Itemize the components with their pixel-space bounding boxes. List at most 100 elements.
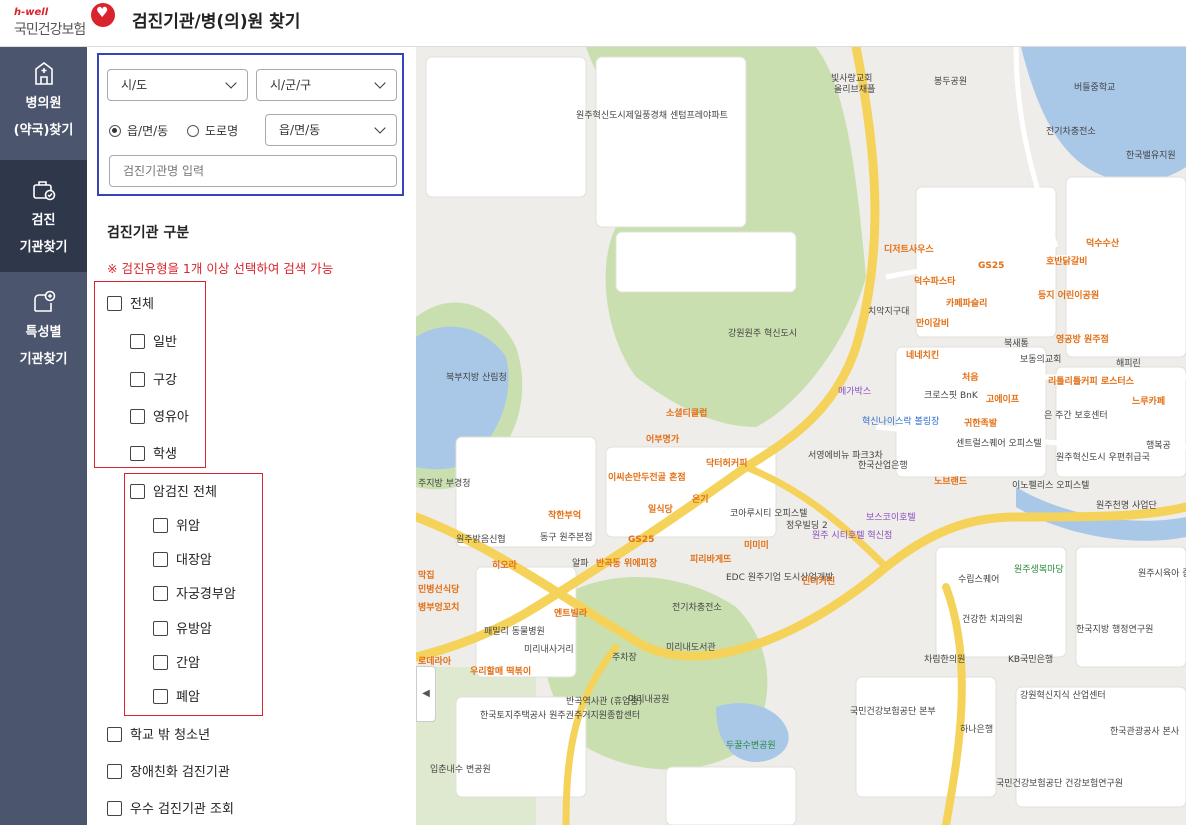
map-poi[interactable]: 한국관광공사 본사 — [1110, 727, 1179, 738]
map-poi[interactable]: 리틀리틀커피 로스터스 — [1048, 377, 1134, 388]
nav-item-checkup[interactable]: 검진 기관찾기 — [0, 160, 87, 272]
map-poi[interactable]: 국민건강보험공단 본부 — [850, 707, 936, 718]
radio-road[interactable]: 도로명 — [187, 122, 238, 139]
map-poi[interactable]: 은 주간 보호센터 — [1044, 411, 1108, 422]
checkbox-liver[interactable]: 간암 — [153, 652, 200, 671]
map-poi[interactable]: 미리내사거리 — [524, 645, 574, 656]
map-poi[interactable]: 미리내도서관 — [666, 643, 716, 654]
map-poi[interactable]: 보동의교회 — [1020, 355, 1061, 366]
map-poi[interactable]: 한국지방 행정연구원 — [1076, 625, 1153, 636]
map-poi[interactable]: 코아루시티 오피스텔 — [730, 509, 807, 520]
map-poi[interactable]: 강원혁신지식 산업센터 — [1020, 691, 1106, 702]
map-poi[interactable]: GS25 — [628, 535, 654, 546]
map-poi[interactable]: 한국토지주택공사 원주권주거지원종합센터 — [480, 711, 640, 722]
checkbox-excellent[interactable]: 우수 검진기관 조회 — [107, 798, 234, 817]
map-poi[interactable]: 패밀리 동물병원 — [484, 627, 545, 638]
map-poi[interactable]: 고에이프 — [986, 395, 1019, 406]
checkbox-out-of-school[interactable]: 학교 밖 청소년 — [107, 724, 210, 743]
map-poi[interactable]: 우리할매 떡볶이 — [470, 667, 531, 678]
map-poi[interactable]: 만이갈비 — [916, 319, 949, 330]
panel-collapse-button[interactable]: ◀ — [416, 666, 436, 722]
map-poi[interactable]: 호반닭갈비 — [1046, 257, 1087, 268]
map-poi[interactable]: 버들중학교 — [1074, 83, 1115, 94]
map-poi[interactable]: 귀한족발 — [964, 419, 997, 430]
checkbox-lung[interactable]: 폐암 — [153, 686, 200, 705]
map-poi[interactable]: 미미미 — [744, 541, 769, 552]
checkbox-all[interactable]: 전체 — [107, 293, 154, 312]
checkbox-cancer-all[interactable]: 암검진 전체 — [130, 481, 217, 500]
radio-dong[interactable]: 읍/면/동 — [109, 122, 168, 139]
map-poi[interactable]: GS25 — [978, 261, 1004, 272]
map-view[interactable]: 빛사랑교회 올리브채플 봉두공원 버들중학교 전기차충전소 한국밸유지원 원주혁… — [416, 47, 1186, 825]
map-poi[interactable]: 해피린 — [1116, 359, 1141, 370]
map-poi[interactable]: KB국민은행 — [1008, 655, 1053, 666]
nhis-logo[interactable]: h-well 국민건강보험 — [14, 3, 124, 41]
map-poi[interactable]: 국민건강보험공단 건강보험연구원 — [996, 779, 1123, 790]
map-poi[interactable]: 하나은행 — [960, 725, 993, 736]
map-poi[interactable]: 센트럴스퀘어 오피스텔 — [956, 439, 1042, 450]
checkbox-infant[interactable]: 영유아 — [130, 406, 189, 425]
map-poi[interactable]: 이노펠리스 오피스텔 — [1012, 481, 1089, 492]
map-poi[interactable]: 등지 어린이공원 — [1038, 291, 1099, 302]
map-poi[interactable]: 행복공 — [1146, 441, 1171, 452]
map-poi[interactable]: 막집 — [418, 571, 435, 582]
map-poi[interactable]: 덕수파스타 — [914, 277, 955, 288]
map-poi[interactable]: 엔트빌라 — [554, 609, 587, 620]
map-poi[interactable]: 인더키친 — [802, 577, 835, 588]
map-poi[interactable]: 닥터허커피 — [706, 459, 747, 470]
map-poi[interactable]: 온기 — [692, 495, 709, 506]
map-poi[interactable]: 원주생복마당 — [1014, 565, 1064, 576]
checkbox-colon[interactable]: 대장암 — [153, 549, 212, 568]
map-poi[interactable]: 영공방 원주점 — [1056, 335, 1109, 346]
map-poi[interactable]: 원주혁신도시제일풍경채 센텀프레야파트 — [576, 111, 728, 122]
map-poi[interactable]: 치악지구대 — [868, 307, 909, 318]
map-poi[interactable]: 노브랜드 — [934, 477, 967, 488]
map-poi[interactable]: 착한부억 — [548, 511, 581, 522]
sigungu-select[interactable]: 시/군/구 — [256, 69, 397, 101]
map-poi[interactable]: 알파 — [572, 559, 589, 570]
map-poi[interactable]: 소셜티클럽 — [666, 409, 707, 420]
checkbox-general[interactable]: 일반 — [130, 331, 177, 350]
map-poi[interactable]: 덕수수산 — [1086, 239, 1119, 250]
map-poi[interactable]: 주지방 부경청 — [418, 479, 471, 490]
map-poi[interactable]: 처음 — [962, 373, 979, 384]
map-poi[interactable]: 병부엉꼬치 — [418, 603, 459, 614]
map-poi[interactable]: 북부지방 산림청 — [446, 373, 507, 384]
dong-select[interactable]: 읍/면/동 — [265, 114, 397, 146]
map-poi[interactable]: 메가박스 — [838, 387, 871, 398]
map-poi[interactable]: 디저트사우스 — [884, 245, 934, 256]
map-poi[interactable]: 전기차충전소 — [672, 603, 722, 614]
map-poi[interactable]: 느루카페 — [1132, 397, 1165, 408]
map-poi[interactable]: 원주혁신도시 우편취급국 — [1056, 453, 1150, 464]
map-poi[interactable]: 미리내공원 — [628, 695, 669, 706]
institution-name-input[interactable] — [109, 155, 397, 187]
map-poi[interactable]: 민병선식당 — [418, 585, 459, 596]
checkbox-disability[interactable]: 장애친화 검진기관 — [107, 761, 230, 780]
sido-select[interactable]: 시/도 — [107, 69, 248, 101]
map-poi[interactable]: 입춘내수 변공원 — [430, 765, 491, 776]
map-poi[interactable]: 혁신나이스락 볼링장 — [862, 417, 939, 428]
map-poi[interactable]: 동구 원주본점 — [540, 533, 593, 544]
map-poi[interactable]: 크로스핏 BnK — [924, 391, 978, 402]
map-poi[interactable]: 차림한의원 — [924, 655, 965, 666]
nav-item-specialty[interactable]: 특성별 기관찾기 — [0, 272, 87, 384]
map-poi[interactable]: 보스코이호텔 — [866, 513, 916, 524]
nav-item-hospital[interactable]: 병의원 (약국)찾기 — [0, 60, 87, 160]
checkbox-breast[interactable]: 유방암 — [153, 618, 212, 637]
map-poi[interactable]: 한국밸유지원 — [1126, 151, 1176, 162]
map-poi[interactable]: 일식당 — [648, 505, 673, 516]
checkbox-stomach[interactable]: 위암 — [153, 515, 200, 534]
map-poi[interactable]: 주차장 — [612, 653, 637, 664]
map-poi[interactable]: 피리바게뜨 — [690, 555, 731, 566]
map-poi[interactable]: 히오라 — [492, 561, 517, 572]
map-poi[interactable]: 카페파슬리 — [946, 299, 987, 310]
map-poi[interactable]: 원주밝음신협 — [456, 535, 506, 546]
map-poi[interactable]: 반곡동 위에피장 — [596, 559, 657, 570]
map-poi[interactable]: 수립스퀘어 — [958, 575, 999, 586]
checkbox-oral[interactable]: 구강 — [130, 369, 177, 388]
map-poi[interactable]: 네네치킨 — [906, 351, 939, 362]
map-poi[interactable]: 건강한 치과의원 — [962, 615, 1023, 626]
map-poi[interactable]: 원주 시티호텔 혁신점 — [812, 531, 892, 542]
map-poi[interactable]: 한국산업은행 — [858, 461, 908, 472]
map-poi[interactable]: 전기차충전소 — [1046, 127, 1096, 138]
